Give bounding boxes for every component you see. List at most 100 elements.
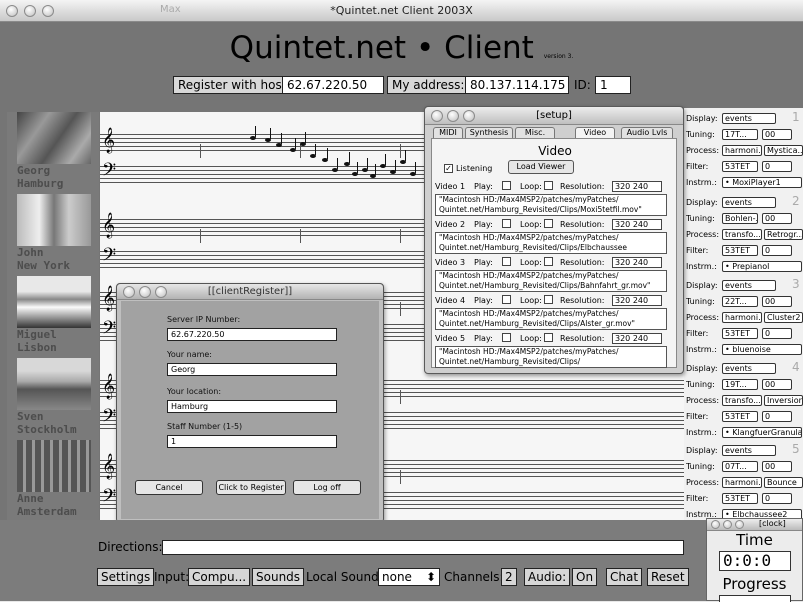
- server-ip-field[interactable]: 62.67.220.50: [167, 328, 337, 341]
- loop-checkbox[interactable]: [544, 181, 553, 190]
- close-window-icon[interactable]: [711, 520, 720, 529]
- loop-checkbox[interactable]: [544, 333, 553, 342]
- play-checkbox[interactable]: [502, 181, 511, 190]
- instrument-label: Instrm.:: [686, 262, 717, 271]
- process-select[interactable]: harmoni...: [722, 145, 762, 156]
- video-settings-panel: Video ✓ Listening Load Viewer Video 1 Pla…: [431, 138, 677, 368]
- instrument-select[interactable]: • bluenoise: [722, 344, 802, 355]
- server-ip-label: Server IP Number:: [167, 315, 241, 324]
- resolution-select[interactable]: 320 240: [612, 295, 662, 306]
- host-ip-field[interactable]: 62.67.220.50: [282, 76, 384, 94]
- note-stem: [337, 158, 338, 169]
- location-field[interactable]: Hamburg: [167, 400, 337, 413]
- tuning-select[interactable]: 19T...: [722, 379, 758, 390]
- player-first: Miguel: [17, 328, 57, 341]
- settings-button[interactable]: Settings: [97, 568, 155, 586]
- instrument-select[interactable]: • MoxiPlayer1: [722, 177, 802, 188]
- play-checkbox[interactable]: [502, 295, 511, 304]
- local-sound-select[interactable]: none ⬍: [378, 568, 440, 586]
- video-path-field[interactable]: "Macintosh HD:/Max4MSP2/patches/myPatche…: [435, 270, 667, 292]
- load-viewer-button[interactable]: Load Viewer: [508, 160, 574, 174]
- tuning-value-field[interactable]: 00: [762, 129, 792, 140]
- loop-checkbox[interactable]: [544, 219, 553, 228]
- zoom-window-icon[interactable]: [735, 520, 744, 529]
- process-select[interactable]: transfo...: [722, 395, 762, 406]
- filter-value-field[interactable]: 0: [762, 161, 792, 172]
- process-select[interactable]: harmoni...: [722, 312, 762, 323]
- instrument-select[interactable]: • Prepianol: [722, 261, 802, 272]
- video-path-field[interactable]: "Macintosh HD:/Max4MSP2/patches/myPatche…: [435, 308, 667, 330]
- tuning-select[interactable]: 22T...: [722, 296, 758, 307]
- process-variant-select[interactable]: Inversion: [764, 395, 803, 406]
- display-select[interactable]: events: [722, 363, 776, 374]
- resolution-select[interactable]: 320 240: [612, 219, 662, 230]
- staff-number-field[interactable]: 1: [167, 435, 337, 448]
- process-variant-select[interactable]: Cluster2: [764, 312, 803, 323]
- display-select[interactable]: events: [722, 197, 776, 208]
- display-select[interactable]: events: [722, 280, 776, 291]
- video-path-line: Quintet.net/Hamburg_Revisited/Clips/: [439, 357, 581, 366]
- instrument-select[interactable]: • KlangfuerGranular: [722, 427, 802, 438]
- reset-button[interactable]: Reset: [647, 568, 689, 586]
- process-variant-select[interactable]: Bounce: [764, 477, 803, 488]
- process-select[interactable]: transfo...: [722, 229, 762, 240]
- resolution-select[interactable]: 320 240: [612, 333, 662, 344]
- cancel-button[interactable]: Cancel: [135, 480, 203, 495]
- audio-toggle[interactable]: On: [572, 568, 598, 586]
- play-checkbox[interactable]: [502, 333, 511, 342]
- chat-button[interactable]: Chat: [606, 568, 643, 586]
- input-select[interactable]: Compu...: [188, 568, 251, 586]
- sounds-button[interactable]: Sounds: [252, 568, 305, 586]
- filter-select[interactable]: 53TET: [722, 161, 758, 172]
- filter-value-field[interactable]: 0: [762, 245, 792, 256]
- loop-checkbox[interactable]: [544, 257, 553, 266]
- register-with-host-button[interactable]: Register with host: [173, 76, 292, 94]
- filter-value-field[interactable]: 0: [762, 328, 792, 339]
- process-variant-select[interactable]: Retrogr...: [764, 229, 803, 240]
- display-label: Display:: [686, 114, 718, 123]
- tuning-value-field[interactable]: 00: [762, 213, 792, 224]
- id-field[interactable]: 1: [595, 76, 631, 94]
- loop-label: Loop:: [520, 258, 542, 267]
- header: Quintet.net • Client version 3. Register…: [0, 22, 803, 108]
- tuning-value-field[interactable]: 00: [762, 379, 792, 390]
- video-path-field[interactable]: "Macintosh HD:/Max4MSP2/patches/myPatche…: [435, 194, 667, 216]
- note-stem: [255, 126, 256, 137]
- log-off-button[interactable]: Log off: [293, 480, 361, 495]
- bass-clef-icon: 𝄢: [102, 406, 117, 431]
- name-field[interactable]: Georg: [167, 363, 337, 376]
- video-path-field[interactable]: "Macintosh HD:/Max4MSP2/patches/myPatche…: [435, 346, 667, 368]
- minimize-window-icon[interactable]: [723, 520, 732, 529]
- play-checkbox[interactable]: [502, 219, 511, 228]
- process-label: Process:: [686, 478, 720, 487]
- tuning-select[interactable]: Bohlen-...: [722, 213, 758, 224]
- video-path-field[interactable]: "Macintosh HD:/Max4MSP2/patches/myPatche…: [435, 232, 667, 254]
- staff-number: 1: [792, 110, 800, 124]
- filter-select[interactable]: 53TET: [722, 245, 758, 256]
- process-select[interactable]: harmoni...: [722, 477, 762, 488]
- tuning-select[interactable]: 17T...: [722, 129, 758, 140]
- display-select[interactable]: events: [722, 445, 776, 456]
- click-to-register-button[interactable]: Click to Register: [216, 480, 286, 495]
- listening-checkbox[interactable]: ✓: [444, 164, 453, 173]
- filter-value-field[interactable]: 0: [762, 493, 792, 504]
- filter-select[interactable]: 53TET: [722, 328, 758, 339]
- filter-value-field[interactable]: 0: [762, 411, 792, 422]
- resolution-select[interactable]: 320 240: [612, 257, 662, 268]
- process-label: Process:: [686, 230, 720, 239]
- play-checkbox[interactable]: [502, 257, 511, 266]
- resolution-select[interactable]: 320 240: [612, 181, 662, 192]
- filter-select[interactable]: 53TET: [722, 411, 758, 422]
- display-select[interactable]: events: [722, 113, 776, 124]
- tuning-value-field[interactable]: 00: [762, 296, 792, 307]
- channels-field[interactable]: 2: [501, 568, 517, 586]
- tuning-value-field[interactable]: 00: [762, 461, 792, 472]
- play-label: Play:: [474, 182, 493, 191]
- tuning-select[interactable]: 07T...: [722, 461, 758, 472]
- video-row: Video 5 Play: Loop: Resolution: 320 240: [432, 333, 678, 345]
- process-variant-select[interactable]: Mystica...: [764, 145, 803, 156]
- directions-field[interactable]: [162, 540, 684, 555]
- loop-checkbox[interactable]: [544, 295, 553, 304]
- my-address-field[interactable]: 80.137.114.175: [465, 76, 569, 94]
- filter-select[interactable]: 53TET: [722, 493, 758, 504]
